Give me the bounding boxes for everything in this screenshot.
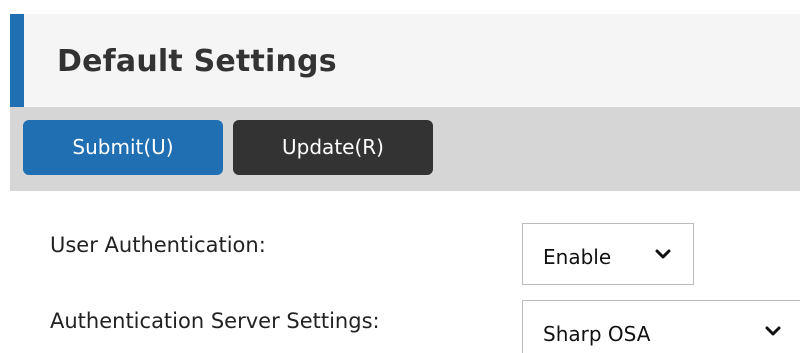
chevron-down-icon: [655, 249, 671, 259]
authentication-server-value: Sharp OSA: [543, 322, 651, 346]
authentication-server-label: Authentication Server Settings:: [50, 309, 380, 333]
page-header: Default Settings: [10, 14, 800, 107]
page-title: Default Settings: [57, 44, 337, 79]
chevron-down-icon: [765, 326, 781, 336]
update-button[interactable]: Update(R): [233, 120, 433, 175]
user-authentication-value: Enable: [543, 245, 612, 269]
toolbar: Submit(U) Update(R): [10, 107, 800, 191]
submit-button[interactable]: Submit(U): [23, 120, 223, 175]
user-authentication-select[interactable]: Enable: [522, 223, 694, 285]
user-authentication-label: User Authentication:: [50, 233, 266, 257]
authentication-server-select[interactable]: Sharp OSA: [522, 300, 800, 353]
settings-page: Default Settings Submit(U) Update(R) Use…: [0, 0, 800, 353]
